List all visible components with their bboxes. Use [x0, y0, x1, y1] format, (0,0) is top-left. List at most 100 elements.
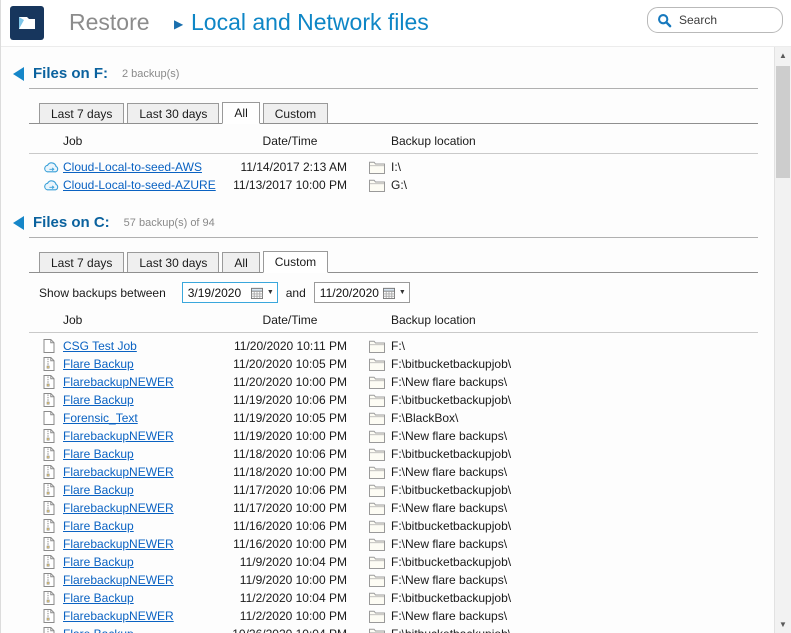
backup-datetime: 11/19/2020 10:06 PM [231, 393, 349, 407]
date-filter-row: Show backups between 3/19/2020 [29, 282, 758, 303]
backup-location: F:\bitbucketbackupjob\ [391, 591, 758, 605]
table-row: FlarebackupNEWER 11/2/2020 10:00 PM F:\New… [43, 607, 758, 625]
job-link[interactable]: CSG Test Job [63, 339, 137, 353]
backup-datetime: 11/13/2017 10:00 PM [231, 178, 349, 192]
job-link[interactable]: FlarebackupNEWER [63, 429, 174, 443]
job-link[interactable]: FlarebackupNEWER [63, 375, 174, 389]
job-link[interactable]: FlarebackupNEWER [63, 501, 174, 515]
archive-icon [43, 447, 63, 461]
table-row: Flare Backup11/17/2020 10:06 PMF:\bitbuc… [43, 481, 758, 499]
backup-list: Cloud-Local-to-seed-AWS 11/14/2017 2:13 A… [29, 154, 758, 194]
job-link[interactable]: Flare Backup [63, 447, 134, 461]
archive-icon [43, 465, 63, 479]
folder-icon [369, 394, 391, 407]
backup-location: G:\ [391, 178, 758, 192]
backup-datetime: 11/16/2020 10:06 PM [231, 519, 349, 533]
backup-location: F:\bitbucketbackupjob\ [391, 357, 758, 371]
calendar-icon [251, 287, 263, 299]
job-link[interactable]: Flare Backup [63, 591, 134, 605]
page-title: Restore [69, 9, 150, 36]
backup-location: F:\ [391, 339, 758, 353]
folder-icon [369, 412, 391, 425]
tab-last-30-days[interactable]: Last 30 days [127, 252, 219, 272]
tab-bar: Last 7 daysLast 30 daysAllCustom [29, 251, 758, 273]
backup-location: F:\bitbucketbackupjob\ [391, 393, 758, 407]
archive-icon [43, 483, 63, 497]
archive-icon [43, 573, 63, 587]
table-row: FlarebackupNEWER11/18/2020 10:00 PMF:\Ne… [43, 463, 758, 481]
table-header: Job Date/Time Backup location [29, 132, 758, 153]
backup-datetime: 11/17/2020 10:00 PM [231, 501, 349, 515]
column-backup-location: Backup location [391, 313, 758, 327]
table-row: FlarebackupNEWER11/19/2020 10:00 PMF:\Ne… [43, 427, 758, 445]
chevron-down-icon[interactable]: ▼ [266, 289, 274, 296]
scroll-down-arrow-icon[interactable]: ▼ [775, 616, 791, 633]
job-link[interactable]: Flare Backup [63, 357, 134, 371]
tab-last-7-days[interactable]: Last 7 days [39, 103, 124, 123]
backup-datetime: 11/18/2020 10:06 PM [231, 447, 349, 461]
backup-datetime: 10/26/2020 10:04 PM [231, 627, 349, 633]
column-job: Job [63, 134, 231, 148]
job-link[interactable]: Forensic_Text [63, 411, 138, 425]
backup-datetime: 11/14/2017 2:13 AM [231, 160, 349, 174]
tab-custom[interactable]: Custom [263, 251, 328, 273]
scroll-up-arrow-icon[interactable]: ▲ [775, 47, 791, 64]
archive-icon [43, 501, 63, 515]
header: Restore ▶ Local and Network files [1, 0, 791, 47]
tab-custom[interactable]: Custom [263, 103, 328, 123]
search-icon [657, 13, 672, 28]
folder-icon [369, 466, 391, 479]
job-link[interactable]: FlarebackupNEWER [63, 465, 174, 479]
tab-last-7-days[interactable]: Last 7 days [39, 252, 124, 272]
date-from-picker[interactable]: 3/19/2020 ▼ [182, 282, 278, 303]
search-box[interactable] [647, 7, 783, 33]
table-row: Flare Backup11/2/2020 10:04 PMF:\bitbuck… [43, 589, 758, 607]
backup-list: CSG Test Job11/20/2020 10:11 PMF:\Flare … [29, 333, 758, 633]
job-link[interactable]: Flare Backup [63, 519, 134, 533]
backup-location: F:\bitbucketbackupjob\ [391, 627, 758, 633]
cloud-icon [43, 161, 63, 173]
collapse-triangle-icon[interactable] [13, 216, 24, 230]
section-backup-count: 57 backup(s) of 94 [124, 217, 215, 229]
backup-datetime: 11/2/2020 10:00 PM [231, 609, 349, 623]
job-link[interactable]: FlarebackupNEWER [63, 609, 174, 623]
job-link[interactable]: FlarebackupNEWER [63, 537, 174, 551]
backup-location: F:\New flare backups\ [391, 501, 758, 515]
search-input[interactable] [679, 13, 773, 27]
table-row: Flare Backup11/20/2020 10:05 PMF:\bitbuc… [43, 355, 758, 373]
job-link[interactable]: Flare Backup [63, 627, 134, 633]
backup-location: F:\New flare backups\ [391, 609, 758, 623]
job-link[interactable]: Flare Backup [63, 555, 134, 569]
backup-datetime: 11/16/2020 10:00 PM [231, 537, 349, 551]
breadcrumb-arrow-icon: ▶ [174, 17, 183, 31]
job-link[interactable]: Flare Backup [63, 393, 134, 407]
scrollbar-thumb[interactable] [776, 66, 790, 178]
archive-icon [43, 627, 63, 633]
tab-all[interactable]: All [222, 252, 259, 272]
job-link[interactable]: FlarebackupNEWER [63, 573, 174, 587]
column-datetime: Date/Time [231, 313, 349, 327]
folder-icon [369, 358, 391, 371]
folder-icon [369, 484, 391, 497]
job-link[interactable]: Cloud-Local-to-seed-AWS [63, 160, 202, 174]
job-link[interactable]: Cloud-Local-to-seed-AZURE [63, 178, 216, 192]
divider [29, 237, 758, 238]
backup-datetime: 11/9/2020 10:00 PM [231, 573, 349, 587]
backup-location: F:\bitbucketbackupjob\ [391, 447, 758, 461]
job-link[interactable]: Flare Backup [63, 483, 134, 497]
date-to-picker[interactable]: 11/20/2020 ▼ [314, 282, 410, 303]
backup-location: F:\New flare backups\ [391, 573, 758, 587]
table-row: Flare Backup 11/19/2020 10:06 PM F:\bitbuc… [43, 391, 758, 409]
date-to-value: 11/20/2020 [320, 286, 380, 300]
tab-all[interactable]: All [222, 102, 259, 124]
backup-datetime: 11/18/2020 10:00 PM [231, 465, 349, 479]
folder-icon [369, 574, 391, 587]
backup-datetime: 11/9/2020 10:04 PM [231, 555, 349, 569]
vertical-scrollbar[interactable]: ▲ ▼ [774, 47, 791, 633]
tab-last-30-days[interactable]: Last 30 days [127, 103, 219, 123]
filter-and-label: and [286, 286, 306, 300]
section-files-on-c: Files on C: 57 backup(s) of 94 Last 7 da… [1, 214, 774, 633]
table-row: Cloud-Local-to-seed-AZURE 11/13/2017 10:0… [43, 176, 758, 194]
chevron-down-icon[interactable]: ▼ [398, 289, 406, 296]
collapse-triangle-icon[interactable] [13, 67, 24, 81]
